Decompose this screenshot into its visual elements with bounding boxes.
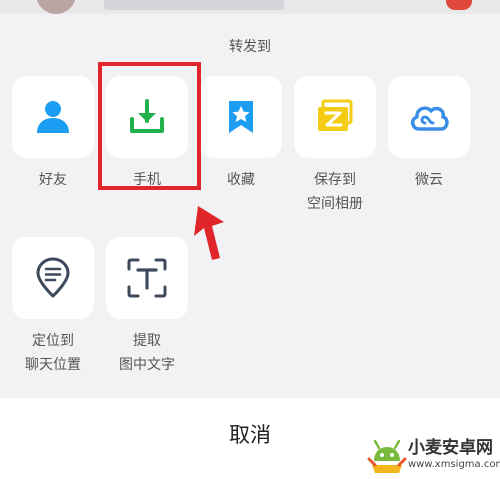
avatar <box>36 0 76 14</box>
bookmark-star-icon <box>229 101 253 133</box>
person-icon <box>37 101 69 133</box>
message-snippet <box>104 0 284 10</box>
pointer-arrow-icon <box>194 206 224 260</box>
share-location-label-line2: 聊天位置 <box>25 357 81 373</box>
share-ocr-button[interactable] <box>106 237 188 319</box>
share-album-button[interactable] <box>294 76 376 158</box>
text-scan-icon <box>127 258 167 298</box>
share-album-label-line2: 空间相册 <box>307 196 363 212</box>
share-weiyun-label: 微云 <box>415 172 443 188</box>
share-ocr-label: 提取 图中文字 <box>92 329 202 377</box>
location-chat-icon <box>36 257 70 298</box>
share-location-button[interactable] <box>12 237 94 319</box>
share-album-label-line1: 保存到 <box>314 172 356 188</box>
cloud-icon <box>410 106 449 131</box>
background-chat-strip <box>0 0 500 14</box>
share-sheet-title: 转发到 <box>229 39 271 55</box>
watermark-title: 小麦安卓网 <box>408 438 493 458</box>
android-logo-icon <box>367 439 407 473</box>
watermark: 小麦安卓网 www.xmsigma.com <box>360 432 500 479</box>
share-friend-button[interactable] <box>12 76 94 158</box>
watermark-url: www.xmsigma.com <box>408 459 500 470</box>
share-weiyun-button[interactable] <box>388 76 470 158</box>
share-ocr-label-line1: 提取 <box>133 333 161 349</box>
share-ocr-label-line2: 图中文字 <box>119 357 175 373</box>
share-favorite-button[interactable] <box>200 76 282 158</box>
watermark-text: 小麦安卓网 www.xmsigma.com <box>408 438 500 472</box>
highlight-box <box>98 62 201 190</box>
share-location-label-line1: 定位到 <box>32 333 74 349</box>
unread-badge <box>446 0 472 10</box>
qzone-album-icon <box>318 99 353 131</box>
